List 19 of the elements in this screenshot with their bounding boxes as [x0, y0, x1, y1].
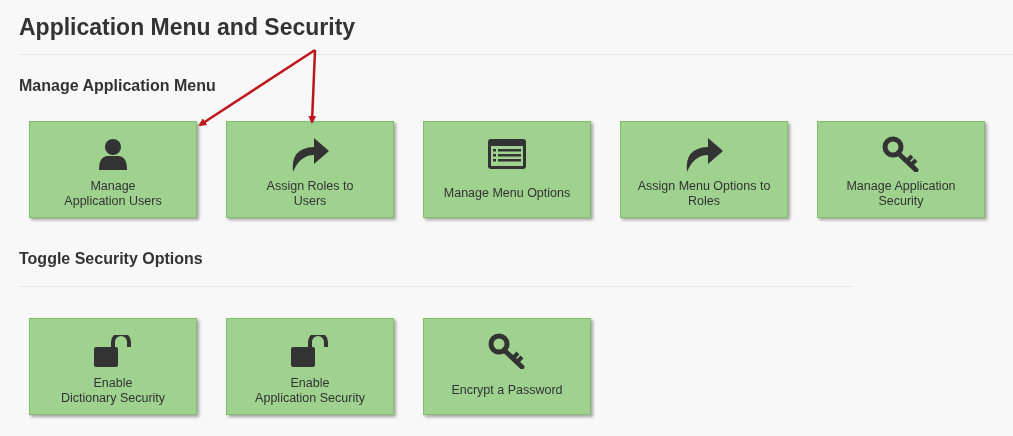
- menu-tile[interactable]: Manage Application Users: [29, 121, 197, 218]
- open-padlock-icon: [291, 335, 329, 367]
- curved-arrow-icon: [684, 136, 724, 172]
- user-icon: [96, 137, 130, 171]
- key-icon: [882, 136, 920, 172]
- page-title: Application Menu and Security: [19, 14, 356, 41]
- menu-tile[interactable]: Encrypt a Password: [423, 318, 591, 415]
- menu-tile[interactable]: Assign Menu Options to Roles: [620, 121, 788, 218]
- curved-arrow-icon: [290, 136, 330, 172]
- menu-tile[interactable]: Enable Application Security: [226, 318, 394, 415]
- open-padlock-icon: [94, 335, 132, 367]
- menu-tile[interactable]: Enable Dictionary Security: [29, 318, 197, 415]
- key-icon: [488, 333, 526, 369]
- list-window-icon: [487, 138, 527, 170]
- section-heading: Manage Application Menu: [19, 77, 216, 95]
- menu-tile[interactable]: Manage Menu Options: [423, 121, 591, 218]
- menu-tile[interactable]: Assign Roles to Users: [226, 121, 394, 218]
- menu-tile[interactable]: Manage Application Security: [817, 121, 985, 218]
- section-heading: Toggle Security Options: [19, 250, 203, 268]
